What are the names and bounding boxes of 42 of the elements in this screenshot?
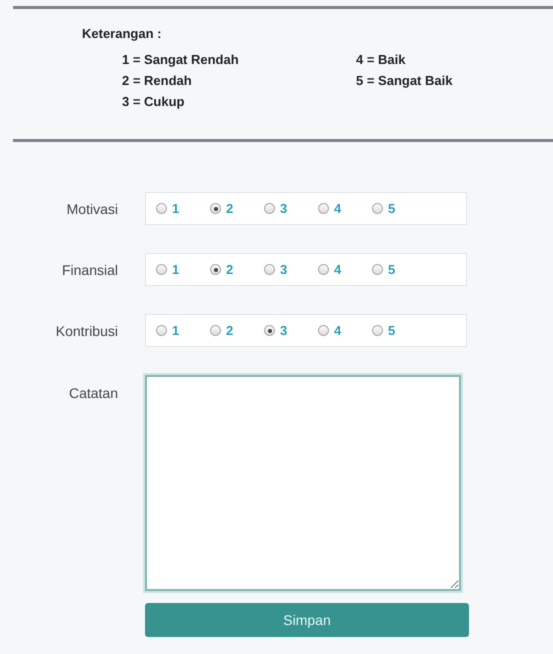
radio-label[interactable]: 3 bbox=[280, 262, 288, 277]
radio-label[interactable]: 1 bbox=[172, 262, 180, 277]
radio-label[interactable]: 2 bbox=[226, 201, 234, 216]
radio-button[interactable] bbox=[210, 325, 221, 336]
radio-label[interactable]: 4 bbox=[334, 323, 342, 338]
radio-button[interactable] bbox=[156, 264, 167, 275]
radio-button[interactable] bbox=[210, 203, 221, 214]
radio-button[interactable] bbox=[264, 264, 275, 275]
field-label: Catatan bbox=[68, 384, 119, 401]
radio-label[interactable]: 4 bbox=[334, 201, 342, 216]
radio-button[interactable] bbox=[264, 203, 275, 214]
radio-button[interactable] bbox=[372, 203, 383, 214]
radio-label[interactable]: 5 bbox=[388, 262, 396, 277]
radio-button[interactable] bbox=[318, 325, 329, 336]
radio-label[interactable]: 5 bbox=[388, 201, 396, 216]
field-label: Finansial bbox=[60, 262, 119, 278]
radio-button[interactable] bbox=[372, 325, 383, 336]
radio-button[interactable] bbox=[156, 325, 167, 336]
legend-item: 2 = Rendah bbox=[122, 72, 193, 90]
radio-label[interactable]: 2 bbox=[226, 323, 234, 338]
radio-button[interactable] bbox=[210, 264, 221, 275]
radio-button[interactable] bbox=[156, 203, 167, 214]
radio-label[interactable]: 3 bbox=[280, 323, 288, 338]
radio-label[interactable]: 2 bbox=[226, 262, 234, 277]
radio-label[interactable]: 5 bbox=[388, 323, 396, 338]
legend-item: 5 = Sangat Baik bbox=[356, 72, 454, 90]
legend-item: 3 = Cukup bbox=[122, 93, 186, 111]
legend-item: 1 = Sangat Rendah bbox=[122, 51, 240, 69]
legend-item: 4 = Baik bbox=[356, 51, 407, 69]
radio-label[interactable]: 1 bbox=[172, 323, 180, 338]
radio-label[interactable]: 1 bbox=[172, 201, 180, 216]
radio-button[interactable] bbox=[264, 325, 275, 336]
radio-label[interactable]: 3 bbox=[280, 201, 288, 216]
notes-field[interactable] bbox=[145, 375, 461, 591]
radio-button[interactable] bbox=[318, 264, 329, 275]
field-label: Kontribusi bbox=[54, 322, 119, 338]
field-label: Motivasi bbox=[66, 200, 119, 216]
radio-label[interactable]: 4 bbox=[334, 262, 342, 277]
radio-button[interactable] bbox=[372, 264, 383, 275]
radio-button[interactable] bbox=[318, 203, 329, 214]
legend-title: Keterangan : bbox=[82, 26, 162, 41]
save-button[interactable]: Simpan bbox=[145, 603, 469, 637]
